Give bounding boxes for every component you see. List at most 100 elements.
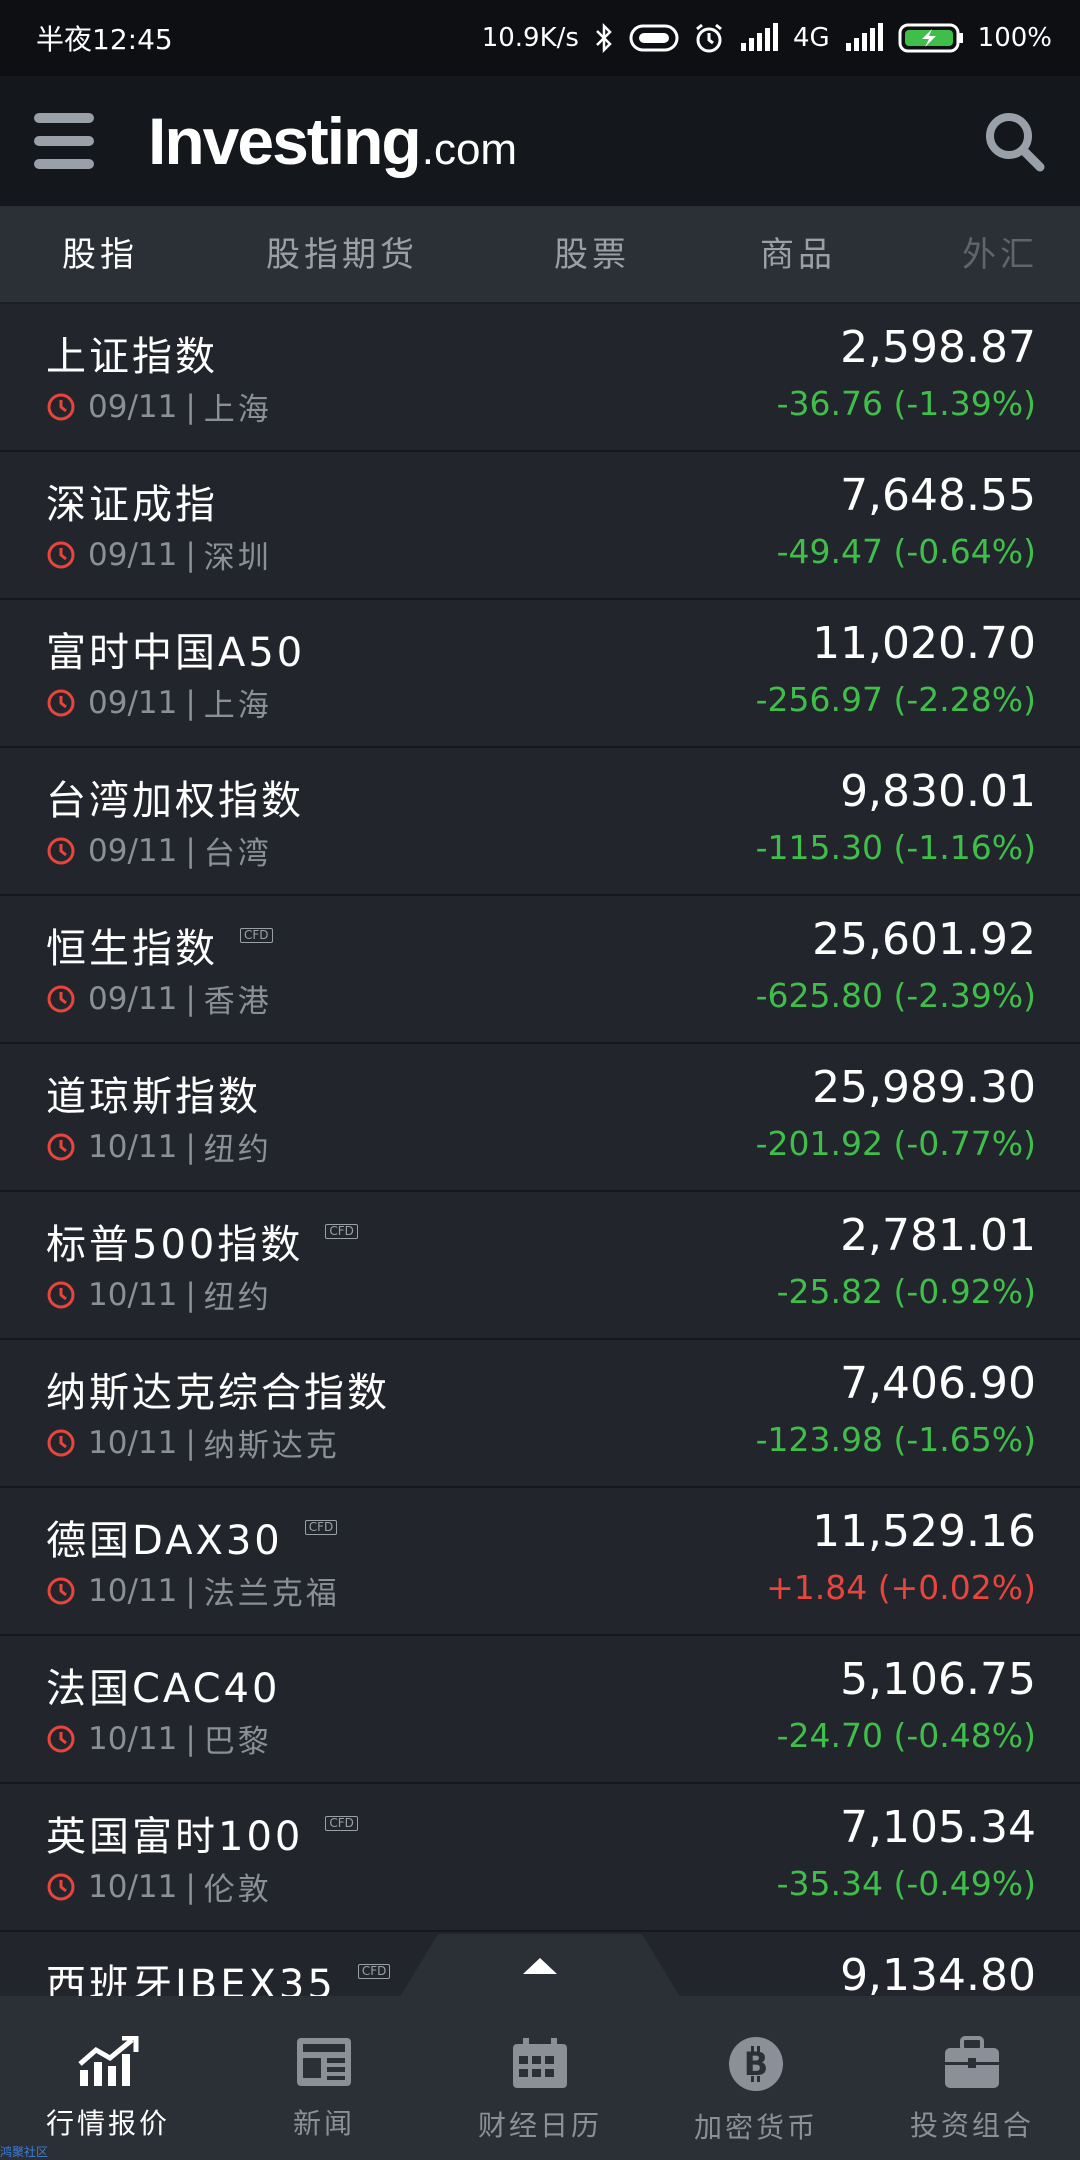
quote-change: -256.97 (-2.28%)	[755, 680, 1036, 719]
quote-exchange: 法兰克福	[203, 1576, 340, 1612]
bluetooth-icon	[596, 23, 612, 53]
quote-row[interactable]: 法国CAC40 10/11 | 巴黎 5,106.75 -24.70 (-0.48%…	[0, 1636, 1080, 1784]
quote-date: 10/11	[88, 1128, 178, 1165]
nav-calendar[interactable]: 财经日历	[460, 1996, 620, 2160]
quote-meta: 10/11 | 巴黎	[46, 1716, 272, 1761]
quote-price: 11,020.70	[812, 618, 1036, 669]
quote-row[interactable]: 标普500指数 CFD 10/11 | 纽约 2,781.01 -25.82 (-0.…	[0, 1192, 1080, 1340]
quote-change: -36.76 (-1.39%)	[776, 384, 1036, 423]
quote-exchange: 上海	[203, 688, 272, 724]
quote-date: 09/11	[88, 980, 178, 1017]
nav-label-crypto: 加密货币	[693, 2111, 818, 2144]
quote-change: -115.30 (-1.16%)	[755, 828, 1036, 867]
quote-name: 道琼斯指数	[46, 1074, 261, 1120]
tab-index-futures[interactable]: 股指期货	[266, 206, 418, 304]
quote-name: 上证指数	[46, 334, 218, 380]
quote-exchange: 纽约	[203, 1132, 272, 1168]
quote-row[interactable]: 富时中国A50 09/11 | 上海 11,020.70 -256.97 (-2.2…	[0, 600, 1080, 748]
quote-name-wrap: 标普500指数 CFD	[46, 1212, 358, 1270]
quote-date: 10/11	[88, 1424, 178, 1461]
quote-meta: 10/11 | 纽约	[46, 1124, 272, 1169]
quote-row[interactable]: 深证成指 09/11 | 深圳 7,648.55 -49.47 (-0.64%)	[0, 452, 1080, 600]
search-icon[interactable]	[982, 109, 1046, 173]
logo-main-text: Investing	[148, 104, 422, 178]
quote-name-wrap: 德国DAX30 CFD	[46, 1508, 338, 1566]
clock-icon	[47, 1577, 75, 1604]
quote-meta: 10/11 | 纽约	[46, 1272, 272, 1317]
nav-quotes[interactable]: 行情报价	[28, 1996, 188, 2160]
newspaper-icon	[297, 2038, 351, 2086]
quote-name: 恒生指数	[46, 926, 218, 972]
logo-suffix-text: .com	[421, 125, 518, 174]
chart-trend-icon	[78, 2036, 139, 2086]
quote-name-wrap: 法国CAC40	[46, 1656, 280, 1714]
clock-icon	[47, 1281, 75, 1308]
clock-icon	[47, 689, 75, 716]
quote-meta: 09/11 | 上海	[46, 680, 272, 725]
quote-price: 2,598.87	[840, 322, 1036, 373]
cfd-badge: CFD	[325, 1815, 358, 1831]
quote-change: -35.34 (-0.49%)	[776, 1864, 1036, 1903]
quote-date: 09/11	[88, 684, 178, 721]
quote-exchange: 纽约	[203, 1280, 272, 1316]
nav-crypto[interactable]: B 加密货币	[676, 1996, 836, 2160]
watermark: 鸿聚社区	[0, 2145, 49, 2159]
quote-name: 纳斯达克综合指数	[46, 1370, 390, 1416]
tab-stocks[interactable]: 股票	[554, 206, 630, 304]
quote-exchange: 纳斯达克	[203, 1428, 340, 1464]
tab-indices[interactable]: 股指	[62, 206, 138, 304]
signal-icon-2	[845, 23, 883, 51]
quote-row[interactable]: 恒生指数 CFD 09/11 | 香港 25,601.92 -625.80 (-2.3…	[0, 896, 1080, 1044]
hamburger-menu-icon[interactable]	[34, 113, 94, 169]
quote-exchange: 台湾	[203, 836, 272, 872]
quote-price: 25,601.92	[812, 914, 1036, 965]
quote-date: 10/11	[88, 1572, 178, 1609]
clock-icon	[47, 1725, 75, 1752]
quote-change: +1.84 (+0.02%)	[766, 1568, 1036, 1607]
quote-date: 09/11	[88, 388, 178, 425]
alarm-icon	[696, 23, 722, 53]
vibrate-icon	[629, 24, 679, 52]
nav-label-calendar: 财经日历	[477, 2109, 602, 2142]
quote-exchange: 巴黎	[203, 1724, 272, 1760]
quote-name: 台湾加权指数	[46, 778, 304, 824]
expand-tab[interactable]	[398, 1934, 682, 2000]
quote-row[interactable]: 德国DAX30 CFD 10/11 | 法兰克福 11,529.16 +1.84 (+…	[0, 1488, 1080, 1636]
quote-price: 11,529.16	[812, 1506, 1036, 1557]
quote-exchange: 香港	[203, 984, 272, 1020]
quote-exchange: 上海	[203, 392, 272, 428]
quote-name-wrap: 上证指数	[46, 324, 218, 382]
nav-label-quotes: 行情报价	[45, 2107, 170, 2140]
quote-row[interactable]: 英国富时100 CFD 10/11 | 伦敦 7,105.34 -35.34 (-0.…	[0, 1784, 1080, 1932]
quote-meta: 09/11 | 香港	[46, 976, 272, 1021]
quote-name: 英国富时100	[46, 1814, 304, 1860]
quote-name-wrap: 道琼斯指数	[46, 1064, 261, 1122]
app-header: Investing .com	[0, 76, 1080, 206]
cfd-badge: CFD	[325, 1223, 358, 1239]
quote-name-wrap: 台湾加权指数	[46, 768, 304, 826]
nav-label-portfolio: 投资组合	[909, 2109, 1034, 2142]
quote-name: 标普500指数	[46, 1222, 304, 1268]
quote-meta: 09/11 | 台湾	[46, 828, 272, 873]
quote-row[interactable]: 道琼斯指数 10/11 | 纽约 25,989.30 -201.92 (-0.77%…	[0, 1044, 1080, 1192]
quote-row[interactable]: 上证指数 09/11 | 上海 2,598.87 -36.76 (-1.39%)	[0, 304, 1080, 452]
quote-row[interactable]: 台湾加权指数 09/11 | 台湾 9,830.01 -115.30 (-1.16%…	[0, 748, 1080, 896]
nav-news[interactable]: 新闻	[244, 1996, 404, 2160]
quote-exchange: 深圳	[203, 540, 272, 576]
cfd-badge: CFD	[304, 1519, 338, 1535]
clock-icon	[47, 541, 75, 568]
quote-name-wrap: 恒生指数 CFD	[46, 916, 273, 974]
clock-icon	[47, 837, 75, 864]
quote-meta: 09/11 | 深圳	[46, 532, 272, 577]
quote-name-wrap: 富时中国A50	[46, 620, 305, 678]
quote-date: 10/11	[88, 1868, 178, 1905]
quote-row[interactable]: 纳斯达克综合指数 10/11 | 纳斯达克 7,406.90 -123.98 (-1…	[0, 1340, 1080, 1488]
nav-label-news: 新闻	[292, 2107, 355, 2140]
network-type: 4G	[792, 23, 830, 53]
nav-portfolio[interactable]: 投资组合	[892, 1996, 1052, 2160]
tab-forex[interactable]: 外汇	[962, 206, 1038, 304]
quote-change: -123.98 (-1.65%)	[755, 1420, 1036, 1459]
status-indicators: 10.9K/s 4G 100%	[482, 22, 1052, 54]
tab-commodities[interactable]: 商品	[760, 206, 836, 304]
svg-text:B: B	[744, 2045, 768, 2083]
